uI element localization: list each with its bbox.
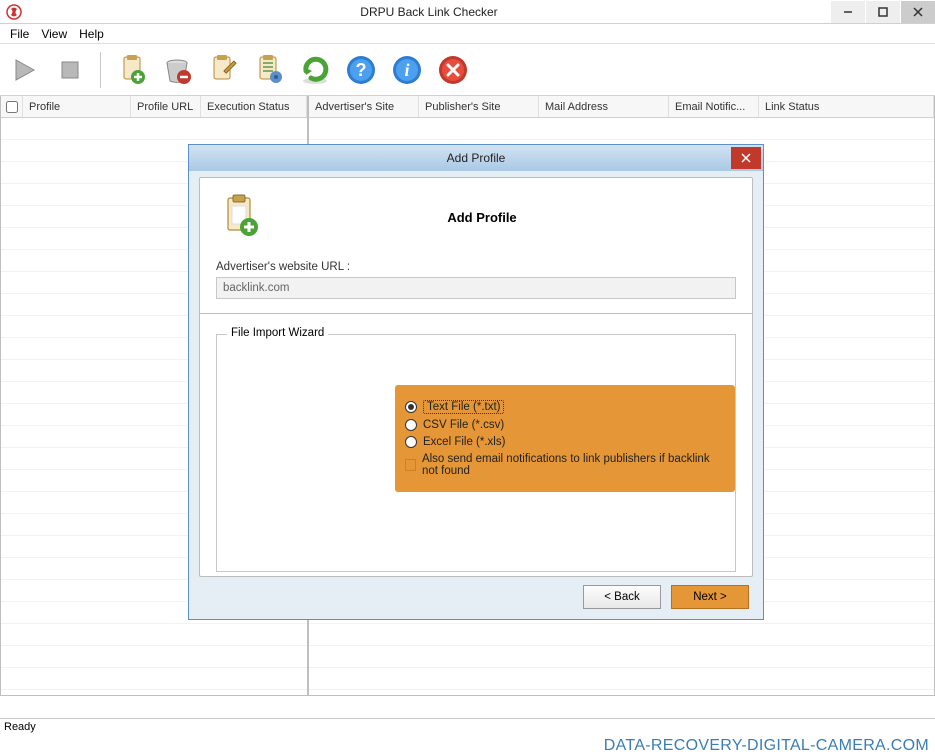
option-text-file-label: Text File (*.txt) xyxy=(423,400,504,414)
dialog-body: Add Profile Advertiser's website URL : F… xyxy=(199,177,753,577)
option-csv-file-label: CSV File (*.csv) xyxy=(423,419,504,431)
dialog-titlebar: Add Profile xyxy=(189,145,763,171)
add-profile-dialog: Add Profile Add Profile Advertiser's web… xyxy=(188,144,764,620)
col-profile-url[interactable]: Profile URL xyxy=(131,96,201,117)
option-excel-file[interactable]: Excel File (*.xls) xyxy=(405,436,725,448)
col-profile[interactable]: Profile xyxy=(23,96,131,117)
help-button[interactable]: ? xyxy=(341,49,381,91)
file-options-box: Text File (*.txt) CSV File (*.csv) Excel… xyxy=(395,385,735,492)
advertiser-url-input[interactable] xyxy=(216,277,736,299)
option-csv-file[interactable]: CSV File (*.csv) xyxy=(405,419,725,431)
option-email-notify-label: Also send email notifications to link pu… xyxy=(422,453,725,477)
status-bar: Ready xyxy=(0,718,935,736)
status-text: Ready xyxy=(4,721,36,733)
dialog-title: Add Profile xyxy=(189,151,763,165)
radio-icon xyxy=(405,419,417,431)
svg-text:i: i xyxy=(404,60,409,80)
minimize-button[interactable] xyxy=(831,1,865,23)
dialog-close-button[interactable] xyxy=(731,147,761,169)
col-link-status[interactable]: Link Status xyxy=(759,96,934,117)
window-close-button[interactable] xyxy=(901,1,935,23)
toolbar-separator xyxy=(98,50,103,90)
next-button[interactable]: Next > xyxy=(671,585,749,609)
dialog-footer: < Back Next > xyxy=(583,585,749,609)
edit-profile-button[interactable] xyxy=(203,49,243,91)
window-title: DRPU Back Link Checker xyxy=(28,5,830,19)
toolbar: ? i xyxy=(0,44,935,96)
delete-profile-button[interactable] xyxy=(157,49,197,91)
menu-view[interactable]: View xyxy=(35,25,73,43)
col-email-notification[interactable]: Email Notific... xyxy=(669,96,759,117)
option-text-file[interactable]: Text File (*.txt) xyxy=(405,400,725,414)
file-import-wizard-fieldset: File Import Wizard Text File (*.txt) CSV… xyxy=(216,334,736,572)
option-excel-file-label: Excel File (*.xls) xyxy=(423,436,505,448)
watermark: DATA-RECOVERY-DIGITAL-CAMERA.COM xyxy=(604,737,929,755)
close-app-button[interactable] xyxy=(433,49,473,91)
menu-help[interactable]: Help xyxy=(73,25,110,43)
svg-text:?: ? xyxy=(356,60,367,80)
col-checkbox[interactable] xyxy=(1,96,23,117)
play-button[interactable] xyxy=(4,49,44,91)
radio-icon xyxy=(405,436,417,448)
stop-button[interactable] xyxy=(50,49,90,91)
menu-file[interactable]: File xyxy=(4,25,35,43)
url-label: Advertiser's website URL : xyxy=(216,261,736,273)
divider xyxy=(200,313,752,314)
checkbox-icon xyxy=(405,459,416,471)
window-titlebar: DRPU Back Link Checker xyxy=(0,0,935,24)
col-publisher-site[interactable]: Publisher's Site xyxy=(419,96,539,117)
info-button[interactable]: i xyxy=(387,49,427,91)
col-mail-address[interactable]: Mail Address xyxy=(539,96,669,117)
fieldset-legend: File Import Wizard xyxy=(227,327,328,339)
clipboard-add-icon xyxy=(216,192,264,243)
settings-button[interactable] xyxy=(249,49,289,91)
menubar: File View Help xyxy=(0,24,935,44)
app-icon xyxy=(4,2,24,22)
dialog-header: Add Profile xyxy=(276,210,736,225)
radio-icon xyxy=(405,401,417,413)
refresh-button[interactable] xyxy=(295,49,335,91)
back-button[interactable]: < Back xyxy=(583,585,661,609)
col-advertiser-site[interactable]: Advertiser's Site xyxy=(309,96,419,117)
maximize-button[interactable] xyxy=(866,1,900,23)
select-all-checkbox[interactable] xyxy=(6,101,18,113)
option-email-notify[interactable]: Also send email notifications to link pu… xyxy=(405,453,725,477)
col-exec-status[interactable]: Execution Status xyxy=(201,96,307,117)
add-profile-button[interactable] xyxy=(111,49,151,91)
